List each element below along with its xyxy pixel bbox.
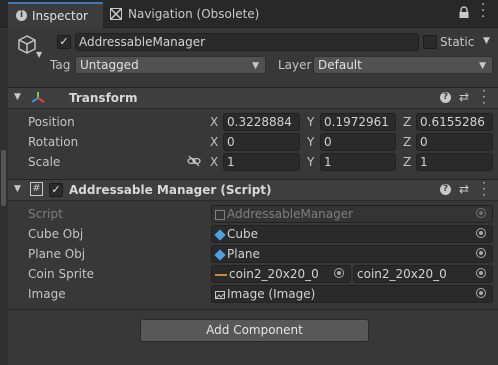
rotation-y-axis[interactable]: Y <box>307 135 314 149</box>
cube-prefab-icon <box>214 228 226 241</box>
layer-dropdown[interactable]: Default ▼ <box>313 56 493 74</box>
position-label: Position <box>28 115 75 129</box>
add-component-button[interactable]: Add Component <box>140 319 369 342</box>
left-scrollbar[interactable] <box>1 150 6 206</box>
object-picker-icon <box>476 208 486 218</box>
chevron-down-icon: ▼ <box>479 61 486 71</box>
static-label: Static <box>440 35 475 49</box>
tag-value: Untagged <box>80 58 139 72</box>
static-dropdown-icon[interactable]: ▼ <box>483 36 490 46</box>
object-name-field[interactable]: AddressableManager <box>75 33 419 51</box>
image-field[interactable]: Image (Image) <box>211 285 493 303</box>
script-value: AddressableManager <box>227 207 354 221</box>
object-picker-icon[interactable] <box>476 268 486 278</box>
coin-sprite-secondary-value: coin2_20x20_0 <box>357 267 447 281</box>
plane-obj-field[interactable]: Plane <box>211 245 493 263</box>
preset-icon[interactable]: ⇄ <box>459 182 469 196</box>
scale-x-field[interactable]: 1 <box>223 153 300 171</box>
transform-icon <box>31 92 45 103</box>
coin-sprite-value: coin2_20x20_0 <box>229 267 319 281</box>
object-picker-icon[interactable] <box>476 228 486 238</box>
tab-inspector[interactable]: i Inspector <box>8 2 103 28</box>
active-checkbox[interactable]: ✓ <box>57 35 71 49</box>
add-component-label: Add Component <box>206 323 303 337</box>
navigation-icon <box>110 8 122 20</box>
script-field: AddressableManager <box>211 205 493 223</box>
more-options-icon[interactable]: · · · <box>481 0 485 24</box>
plane-obj-value: Plane <box>227 247 260 261</box>
preset-icon[interactable]: ⇄ <box>459 90 469 104</box>
position-y-axis[interactable]: Y <box>307 115 314 129</box>
component-menu-icon[interactable]: · · · <box>482 85 486 109</box>
script-component-title: Addressable Manager (Script) <box>69 183 272 197</box>
lock-icon[interactable] <box>458 6 470 19</box>
gameobject-cube-icon <box>18 35 36 54</box>
rotation-z-field[interactable]: 0 <box>416 133 493 151</box>
tab-navigation-label: Navigation (Obsolete) <box>128 7 260 21</box>
position-y-field[interactable]: 0.1972961 <box>320 113 396 131</box>
rotation-label: Rotation <box>28 135 79 149</box>
cube-obj-label: Cube Obj <box>28 227 84 241</box>
script-label: Script <box>28 207 63 221</box>
component-menu-icon[interactable]: · · · <box>482 177 486 201</box>
plane-obj-label: Plane Obj <box>28 247 86 261</box>
foldout-arrow-icon: ▼ <box>14 92 21 102</box>
sprite-icon <box>215 273 227 276</box>
image-component-icon <box>215 290 225 299</box>
foldout-arrow-icon: ▼ <box>14 184 21 194</box>
scale-z-field[interactable]: 1 <box>416 153 493 171</box>
transform-header[interactable]: ▼ Transform ? ⇄ · · · <box>8 85 498 109</box>
rotation-y-field[interactable]: 0 <box>320 133 396 151</box>
chevron-down-icon[interactable]: ▼ <box>36 50 42 59</box>
position-x-axis[interactable]: X <box>210 115 218 129</box>
script-hash-icon: # <box>30 182 43 196</box>
help-icon[interactable]: ? <box>440 92 451 103</box>
tag-dropdown[interactable]: Untagged ▼ <box>75 56 266 74</box>
scale-z-axis[interactable]: Z <box>403 155 411 169</box>
tag-label: Tag <box>50 58 71 72</box>
transform-title: Transform <box>69 91 138 105</box>
help-icon[interactable]: ? <box>440 184 451 195</box>
script-file-icon <box>215 209 225 220</box>
chevron-down-icon: ▼ <box>252 61 259 71</box>
position-z-axis[interactable]: Z <box>403 115 411 129</box>
image-value: Image (Image) <box>227 287 316 301</box>
tab-inspector-label: Inspector <box>32 9 88 23</box>
position-x-field[interactable]: 0.3228884 <box>223 113 300 131</box>
object-picker-icon[interactable] <box>334 268 344 278</box>
coin-sprite-secondary-field[interactable]: coin2_20x20_0 <box>353 265 493 283</box>
plane-prefab-icon <box>214 248 226 261</box>
static-checkbox[interactable] <box>423 35 437 49</box>
scale-y-axis[interactable]: Y <box>307 155 314 169</box>
rotation-x-axis[interactable]: X <box>210 135 218 149</box>
position-z-field[interactable]: 0.6155286 <box>416 113 493 131</box>
image-label: Image <box>28 287 66 301</box>
cube-obj-value: Cube <box>227 227 258 241</box>
object-picker-icon[interactable] <box>476 288 486 298</box>
rotation-z-axis[interactable]: Z <box>403 135 411 149</box>
cube-obj-field[interactable]: Cube <box>211 225 493 243</box>
script-enabled-checkbox[interactable]: ✓ <box>49 183 63 197</box>
object-picker-icon[interactable] <box>476 248 486 258</box>
layer-label: Layer <box>278 58 312 72</box>
scale-label: Scale <box>28 155 61 169</box>
layer-value: Default <box>318 58 362 72</box>
component-divider <box>8 309 498 310</box>
coin-sprite-label: Coin Sprite <box>28 267 95 281</box>
tab-navigation[interactable]: Navigation (Obsolete) <box>104 2 264 28</box>
scale-x-axis[interactable]: X <box>210 155 218 169</box>
constrain-proportions-icon[interactable] <box>187 155 201 167</box>
script-component-header[interactable]: ▼ # ✓ Addressable Manager (Script) ? ⇄ ·… <box>8 177 498 201</box>
rotation-x-field[interactable]: 0 <box>223 133 300 151</box>
info-icon: i <box>16 10 27 21</box>
scale-y-field[interactable]: 1 <box>320 153 396 171</box>
coin-sprite-field[interactable]: coin2_20x20_0 <box>211 265 351 283</box>
